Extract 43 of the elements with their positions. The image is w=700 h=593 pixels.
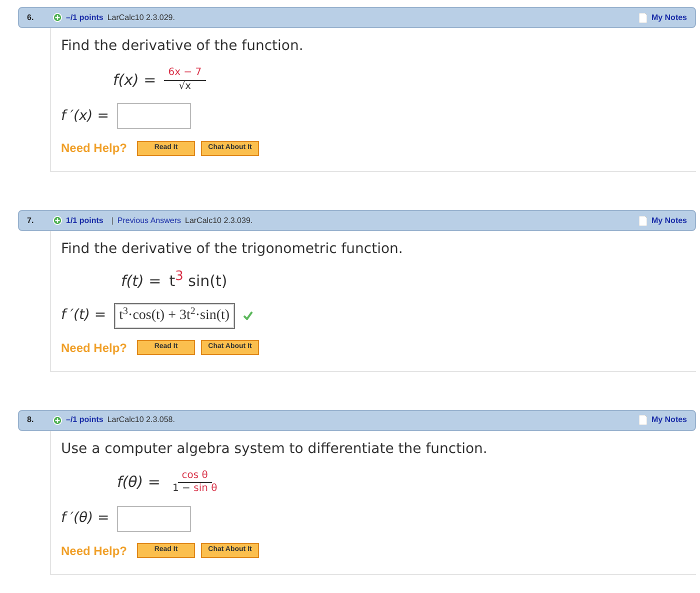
math-term: cos θ xyxy=(182,470,208,482)
answer-label: f ′(θ) = xyxy=(61,509,110,528)
answer-field[interactable] xyxy=(116,103,191,129)
answer-field[interactable]: t$^{3}$·cos(t) + 3t$^{2}$·sin(t) xyxy=(114,302,235,328)
separator: | xyxy=(111,214,114,226)
points-label: –/1 points xyxy=(66,12,104,24)
source-label: LarCalc10 2.3.029. xyxy=(107,12,175,24)
question-prompt: Find the derivative of the trigonometric function. xyxy=(61,240,404,259)
note-icon xyxy=(639,216,648,226)
source-label: LarCalc10 2.3.039. xyxy=(185,214,253,226)
need-help-label: Need Help? xyxy=(61,340,128,356)
function-label: f(x) = xyxy=(113,70,156,91)
question-prompt: Use a computer algebra system to differentiate the function. xyxy=(61,440,488,458)
plus-icon[interactable] xyxy=(53,416,62,424)
math-term: sin θ xyxy=(194,483,218,496)
function-label: f(t) = xyxy=(121,271,162,292)
need-help-label: Need Help? xyxy=(61,542,128,560)
points-label: 1/1 points xyxy=(66,214,104,226)
my-notes-button[interactable]: My Notes xyxy=(639,414,687,426)
check-icon xyxy=(242,311,253,320)
plus-icon[interactable] xyxy=(53,13,62,22)
previous-answers-link[interactable]: Previous Answers xyxy=(117,214,182,226)
answer-label: f ′(x) = xyxy=(61,106,109,126)
points-label: –/1 points xyxy=(66,414,104,426)
note-icon xyxy=(639,415,648,425)
source-label: LarCalc10 2.3.058. xyxy=(107,414,175,426)
my-notes-button[interactable]: My Notes xyxy=(639,214,687,226)
my-notes-button[interactable]: My Notes xyxy=(639,12,687,24)
function-label: f(θ) = xyxy=(117,472,160,494)
math-term: √x xyxy=(178,80,192,93)
answer-field[interactable] xyxy=(117,506,192,532)
function-expression: t$^{3}$ sin(t) xyxy=(169,270,228,292)
answer-label: f ′(t) = xyxy=(61,306,106,325)
plus-icon[interactable] xyxy=(53,216,62,225)
question-number: 7. xyxy=(27,214,35,226)
need-help-label: Need Help? xyxy=(61,140,128,157)
question-number: 8. xyxy=(27,414,35,426)
math-term: 6x − 7 xyxy=(168,67,202,80)
question-prompt: Find the derivative of the function. xyxy=(61,37,304,56)
answer-value: t$^{3}$·cos(t) + 3t$^{2}$·sin(t) xyxy=(119,305,230,325)
question-number: 6. xyxy=(27,12,35,24)
math-term: 1 − xyxy=(172,483,192,496)
note-icon xyxy=(639,12,648,22)
